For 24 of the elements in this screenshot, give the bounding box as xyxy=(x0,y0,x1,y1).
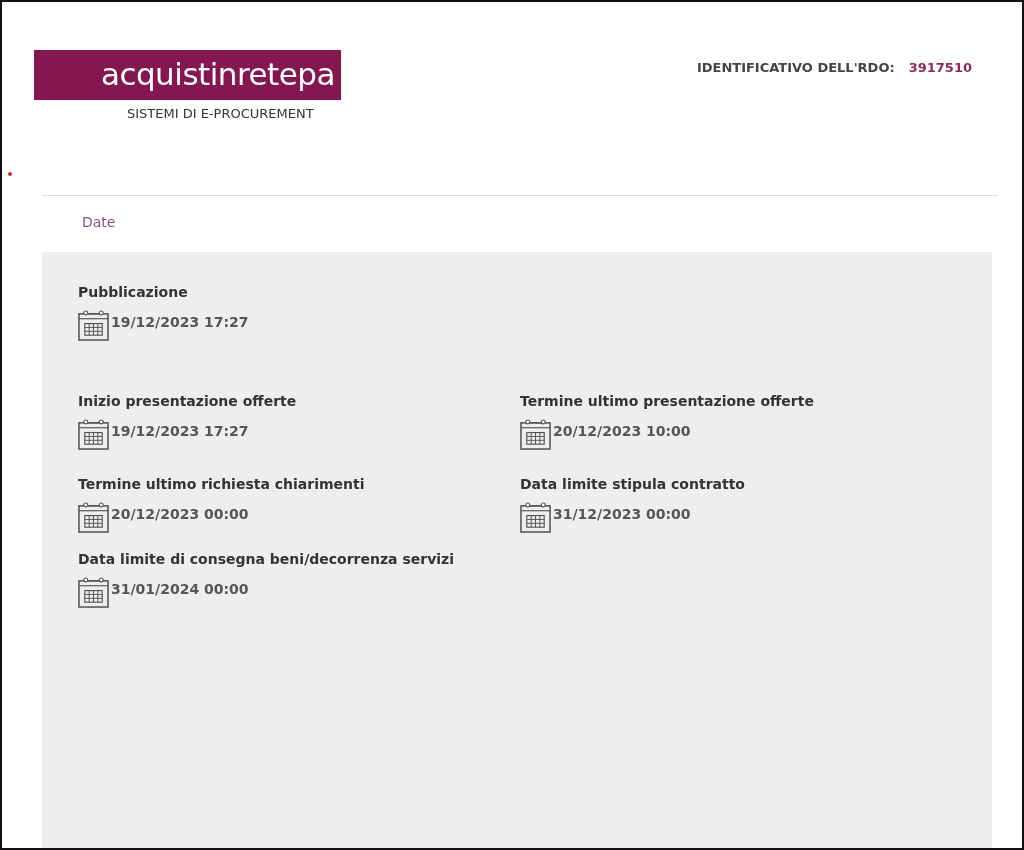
date-label: Data limite di consegna beni/decorrenza servizi xyxy=(78,551,456,567)
calendar-icon xyxy=(78,310,109,341)
date-value: 31/01/2024 00:00 xyxy=(111,580,249,597)
section-title: Date xyxy=(82,214,117,230)
date-value: 19/12/2023 17:27 xyxy=(111,422,249,439)
date-label: Pubblicazione xyxy=(78,284,189,300)
calendar-icon xyxy=(520,419,551,450)
rdo-id-value: 3917510 xyxy=(908,60,972,75)
date-label: Termine ultimo presentazione offerte xyxy=(520,393,815,409)
date-label: Termine ultimo richiesta chiarimenti xyxy=(78,476,366,492)
calendar-icon xyxy=(78,502,109,533)
rdo-id-label: IDENTIFICATIVO DELL'RDO: xyxy=(696,60,895,75)
calendar-icon xyxy=(520,502,551,533)
tagline: SISTEMI DI E-PROCUREMENT xyxy=(127,106,315,121)
logo: acquistinretepa xyxy=(34,50,341,100)
date-label: Data limite stipula contratto xyxy=(520,476,746,492)
date-label: Inizio presentazione offerte xyxy=(78,393,298,409)
calendar-icon xyxy=(78,577,109,608)
date-value: 19/12/2023 17:27 xyxy=(111,313,249,330)
date-value: 31/12/2023 00:00 xyxy=(553,505,691,522)
dot-mark xyxy=(8,172,12,176)
date-value: 20/12/2023 10:00 xyxy=(553,422,691,439)
date-value: 20/12/2023 00:00 xyxy=(111,505,249,522)
calendar-icon xyxy=(78,419,109,450)
